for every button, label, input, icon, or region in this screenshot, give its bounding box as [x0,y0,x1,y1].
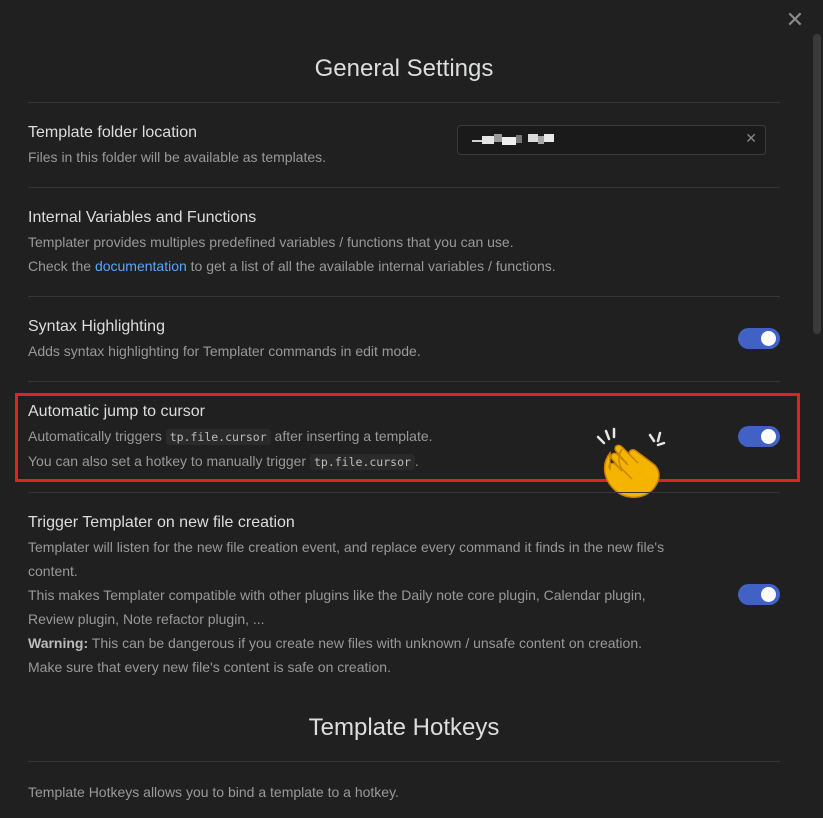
desc-text: Check the [28,258,95,274]
trigger-new-file-desc-3: This makes Templater compatible with oth… [28,587,646,603]
toggle-knob [761,331,776,346]
syntax-highlighting-name: Syntax Highlighting [28,318,165,335]
toggle-knob [761,587,776,602]
template-folder-name: Template folder location [28,124,197,141]
close-icon[interactable]: ✕ [783,8,807,32]
internal-vars-name: Internal Variables and Functions [28,209,257,226]
highlight-annotation-box [15,393,800,482]
trigger-new-file-desc-2: content. [28,563,78,579]
settings-modal: ✕ General Settings Template folder locat… [0,0,823,818]
trigger-new-file-desc-4: Review plugin, Note refactor plugin, ... [28,611,265,627]
clear-input-icon[interactable]: ✕ [745,130,757,147]
trigger-new-file-desc-1: Templater will listen for the new file c… [28,539,665,555]
divider [28,381,780,382]
desc-text: This can be dangerous if you create new … [88,635,642,651]
divider [28,296,780,297]
scrollbar-thumb[interactable] [813,34,821,334]
divider [28,761,780,762]
trigger-new-file-desc-5: Warning: This can be dangerous if you cr… [28,631,642,655]
template-hotkeys-title: Template Hotkeys [308,714,500,741]
divider [28,187,780,188]
syntax-highlighting-toggle[interactable] [738,328,780,349]
general-settings-title: General Settings [314,55,494,82]
divider [28,492,780,493]
internal-vars-desc-1: Templater provides multiples predefined … [28,234,514,250]
template-folder-input[interactable]: ✕ [457,125,766,155]
clapping-hands-icon [596,427,666,498]
trigger-new-file-toggle[interactable] [738,584,780,605]
desc-text: to get a list of all the available inter… [186,258,556,274]
trigger-new-file-name: Trigger Templater on new file creation [28,514,295,531]
internal-vars-desc-2: Check the documentation to get a list of… [28,254,556,278]
redacted-folder-path [472,134,572,146]
trigger-new-file-desc-6: Make sure that every new file's content … [28,659,391,675]
template-hotkeys-desc: Template Hotkeys allows you to bind a te… [28,784,399,800]
scrollbar[interactable] [811,32,823,818]
warning-label: Warning: [28,635,89,651]
template-folder-desc: Files in this folder will be available a… [28,149,327,165]
documentation-link[interactable]: documentation [95,258,187,274]
divider [28,102,780,103]
syntax-highlighting-desc: Adds syntax highlighting for Templater c… [28,343,421,359]
